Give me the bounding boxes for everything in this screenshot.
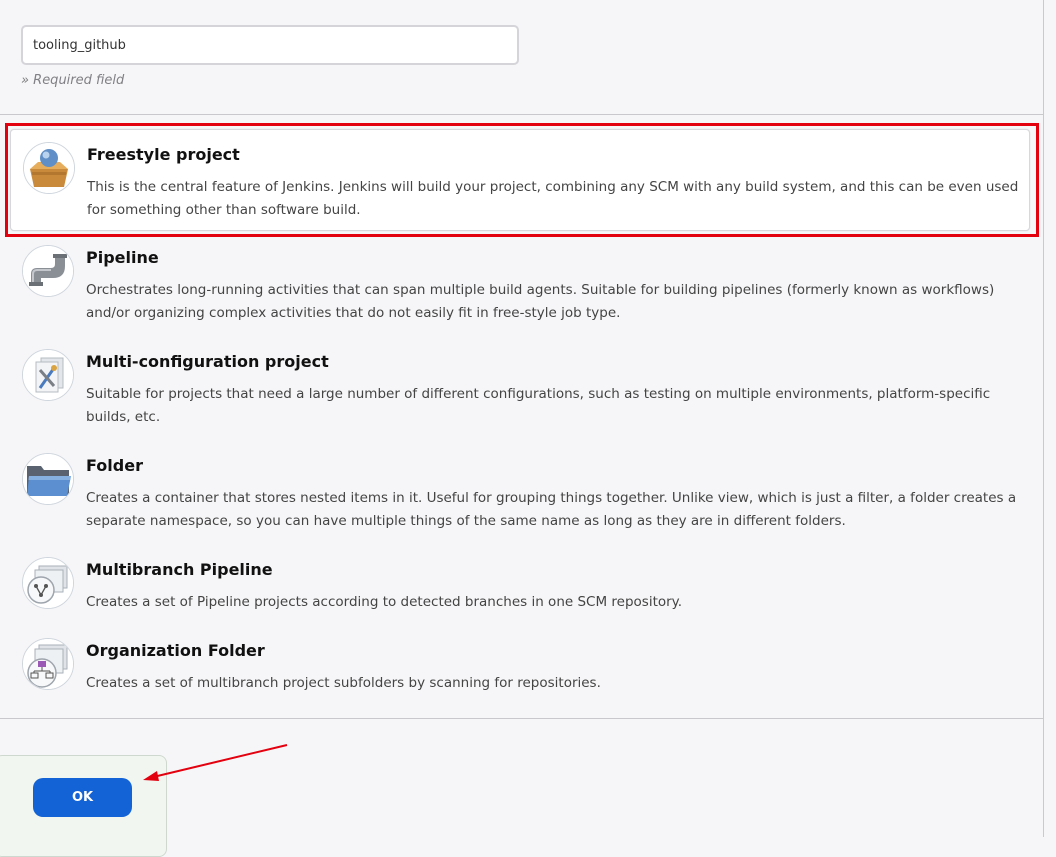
job-type-multi-configuration-project[interactable]: Multi-configuration project Suitable for… — [10, 337, 1030, 437]
organization-folder-icon — [22, 638, 74, 690]
job-title: Freestyle project — [87, 145, 240, 164]
item-name-input[interactable] — [21, 25, 519, 65]
multibranch-pipeline-icon — [22, 557, 74, 609]
job-type-pipeline[interactable]: Pipeline Orchestrates long-running activ… — [10, 233, 1030, 333]
job-description: Creates a set of multibranch project sub… — [86, 675, 601, 691]
job-description: Orchestrates long-running activities tha… — [86, 282, 995, 321]
job-title: Pipeline — [86, 248, 159, 267]
job-description: This is the central feature of Jenkins. … — [87, 179, 1019, 218]
job-type-multibranch-pipeline[interactable]: Multibranch Pipeline Creates a set of Pi… — [10, 545, 1030, 623]
job-type-organization-folder[interactable]: Organization Folder Creates a set of mul… — [10, 626, 1030, 704]
job-description: Creates a container that stores nested i… — [86, 490, 1017, 529]
job-type-freestyle-project[interactable]: Freestyle project This is the central fe… — [10, 129, 1030, 231]
content-edge — [1043, 0, 1044, 837]
folder-icon — [22, 453, 74, 505]
divider — [0, 718, 1043, 719]
multi-configuration-icon — [22, 349, 74, 401]
freestyle-project-icon — [23, 142, 75, 194]
job-title: Multi-configuration project — [86, 352, 329, 371]
job-title: Multibranch Pipeline — [86, 560, 273, 579]
job-description: Creates a set of Pipeline projects accor… — [86, 594, 683, 610]
job-type-folder[interactable]: Folder Creates a container that stores n… — [10, 441, 1030, 541]
divider — [0, 114, 1043, 115]
pipeline-icon — [22, 245, 74, 297]
job-description: Suitable for projects that need a large … — [86, 386, 991, 425]
required-field-note: » Required field — [21, 73, 125, 88]
ok-button[interactable]: OK — [33, 778, 132, 817]
job-title: Organization Folder — [86, 641, 265, 660]
job-title: Folder — [86, 456, 143, 475]
